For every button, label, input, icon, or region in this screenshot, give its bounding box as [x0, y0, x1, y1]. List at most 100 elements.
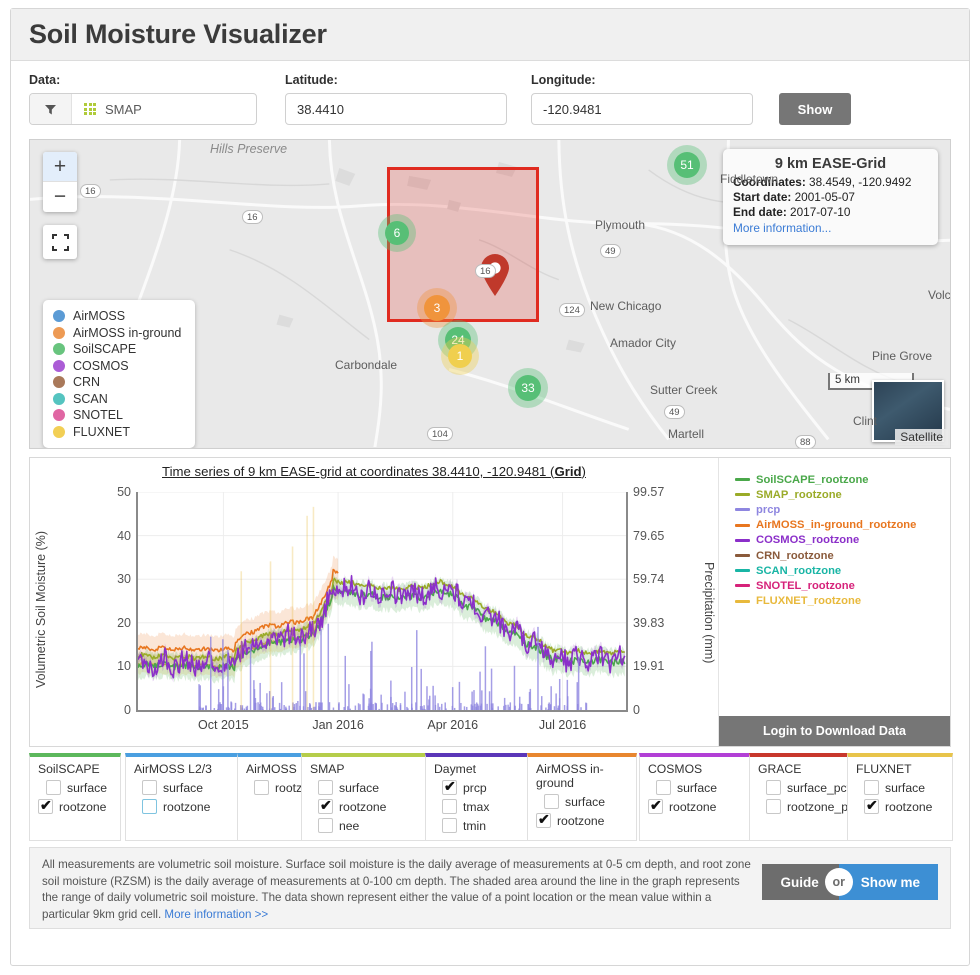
guide-button-group: Guide or Show me	[762, 864, 938, 900]
checkbox-row[interactable]: surface	[856, 778, 944, 797]
checkbox-row[interactable]: tmin	[434, 816, 520, 835]
filter-button[interactable]	[30, 94, 72, 124]
legend-line-swatch	[735, 508, 750, 512]
map-place-label: Volca	[928, 288, 951, 302]
checkbox[interactable]	[318, 797, 333, 814]
y-axis-tick: 0	[124, 703, 131, 717]
checkbox-row[interactable]: rootzone	[38, 797, 112, 816]
station-cluster-marker[interactable]: 3	[424, 295, 450, 321]
timeseries-chart: Time series of 9 km EASE-grid at coordin…	[29, 457, 951, 747]
checkbox[interactable]	[442, 818, 457, 833]
chart-legend-entry[interactable]: prcp	[719, 502, 950, 517]
map-legend-item: FLUXNET	[53, 424, 181, 441]
legend-color-dot	[53, 326, 65, 339]
checkbox-row[interactable]: surface	[134, 778, 232, 797]
map-zoom-controls[interactable]: + −	[43, 152, 77, 212]
chart-legend-entry[interactable]: CRN_rootzone	[719, 548, 950, 563]
checkbox[interactable]	[142, 799, 157, 814]
plot-svg	[138, 492, 626, 710]
latitude-input[interactable]	[285, 93, 507, 125]
checkbox-row[interactable]: surface	[648, 778, 742, 797]
checkbox-row[interactable]: prcp	[434, 778, 520, 797]
highway-shield: 124	[559, 303, 585, 317]
longitude-input[interactable]	[531, 93, 753, 125]
station-cluster-marker[interactable]: 6	[385, 221, 409, 245]
y2-axis-tick: 79.65	[633, 528, 665, 543]
chart-legend-entry[interactable]: SCAN_rootzone	[719, 563, 950, 578]
data-select-body[interactable]: SMAP	[72, 94, 256, 124]
checkbox-row[interactable]: rootzone	[134, 797, 232, 816]
y2-axis-label: Precipitation (mm)	[702, 562, 716, 664]
checkbox[interactable]	[318, 780, 333, 795]
highway-shield: 49	[600, 244, 621, 258]
checkbox-row[interactable]: rootzone	[310, 797, 418, 816]
control-bar: Data: SMAP Latitude: Longitude:	[11, 61, 969, 135]
checkbox-label: rootzone	[669, 799, 717, 814]
dataset-checkbox-panels: SoilSCAPE surface rootzone AirMOSS L2/3 surf…	[29, 753, 953, 841]
checkbox-row[interactable]: surface	[536, 792, 628, 811]
checkbox[interactable]	[544, 794, 559, 809]
y-axis-tick: 30	[117, 572, 131, 587]
checkbox[interactable]	[442, 799, 457, 814]
chart-legend-entry[interactable]: SoilSCAPE_rootzone	[719, 472, 950, 487]
more-information-link[interactable]: More information...	[733, 220, 928, 236]
checkbox-row[interactable]: surface	[310, 778, 418, 797]
soil-moisture-visualizer-app: Soil Moisture Visualizer Data: SMAP Lati…	[0, 0, 980, 975]
latitude-control: Latitude:	[285, 73, 507, 125]
checkbox-label: surface	[565, 794, 605, 809]
checkbox-row[interactable]: rootzone	[648, 797, 742, 816]
info-coordinates-value: 38.4549, -120.9492	[809, 175, 912, 189]
checkbox-row[interactable]: tmax	[434, 797, 520, 816]
checkbox[interactable]	[442, 778, 457, 795]
legend-color-dot	[53, 409, 65, 422]
x-axis-tick: Jul 2016	[538, 718, 587, 732]
zoom-in-button[interactable]: +	[43, 152, 77, 182]
grid-icon	[84, 103, 96, 115]
checkbox-row[interactable]: rootzone	[856, 797, 944, 816]
checkbox-row[interactable]: surface	[38, 778, 112, 797]
checkbox[interactable]	[318, 818, 333, 833]
fullscreen-button[interactable]	[43, 225, 77, 259]
checkbox[interactable]	[46, 780, 61, 795]
dataset-panel: SMAP surface rootzone nee	[301, 753, 427, 841]
chart-legend-entry[interactable]: SNOTEL_rootzone	[719, 578, 950, 593]
footer-more-info-link[interactable]: More information >>	[164, 908, 268, 921]
map-legend-item: CRN	[53, 374, 181, 391]
checkbox-row[interactable]: nee	[310, 816, 418, 835]
map-place-label: Martell	[668, 427, 705, 441]
dataset-panel-title: AirMOSS in-ground	[536, 762, 604, 790]
highway-shield: 104	[427, 427, 453, 441]
checkbox[interactable]	[648, 797, 663, 814]
satellite-label[interactable]: Satellite	[895, 429, 948, 445]
chart-legend-entry[interactable]: SMAP_rootzone	[719, 487, 950, 502]
checkbox-row[interactable]: rootzone	[536, 811, 628, 830]
station-cluster-marker[interactable]: 51	[674, 152, 700, 178]
checkbox[interactable]	[254, 780, 269, 795]
checkbox[interactable]	[864, 797, 879, 814]
chart-legend-entry[interactable]: COSMOS_rootzone	[719, 533, 950, 548]
station-cluster-marker[interactable]: 1	[448, 344, 472, 368]
highway-shield: 16	[242, 210, 263, 224]
show-button[interactable]: Show	[779, 93, 851, 125]
legend-series-label: AirMOSS_in-ground_rootzone	[756, 519, 917, 532]
checkbox[interactable]	[766, 780, 781, 795]
y-axis-tick: 40	[117, 528, 131, 543]
station-cluster-marker[interactable]: 33	[515, 375, 541, 401]
checkbox[interactable]	[142, 780, 157, 795]
download-data-button[interactable]: Login to Download Data	[719, 716, 950, 746]
map-canvas[interactable]: + − AirMOSS AirMOSS in-ground SoilSCAPE COS…	[29, 139, 951, 449]
checkbox[interactable]	[38, 797, 53, 814]
checkbox-label: surface	[885, 780, 925, 795]
data-select[interactable]: SMAP	[29, 93, 257, 125]
checkbox[interactable]	[864, 780, 879, 795]
info-start-label: Start date:	[733, 190, 792, 204]
highway-shield: 16	[80, 184, 101, 198]
checkbox[interactable]	[656, 780, 671, 795]
legend-series-label: CRN_rootzone	[756, 549, 834, 562]
zoom-out-button[interactable]: −	[43, 182, 77, 212]
checkbox[interactable]	[766, 799, 781, 814]
chart-legend-entry[interactable]: AirMOSS_in-ground_rootzone	[719, 518, 950, 533]
checkbox[interactable]	[536, 811, 551, 828]
chart-legend-entry[interactable]: FLUXNET_rootzone	[719, 594, 950, 609]
show-me-button[interactable]: Show me	[838, 864, 938, 900]
